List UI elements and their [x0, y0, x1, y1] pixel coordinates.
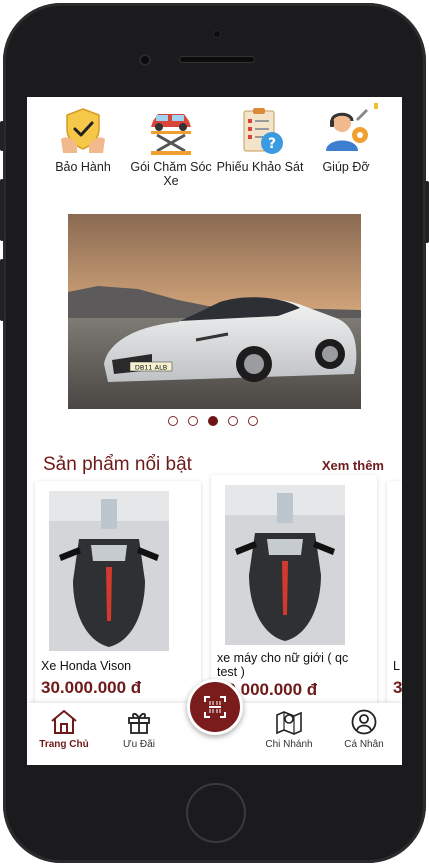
product-name: L	[393, 659, 400, 673]
volume-down-button	[0, 259, 4, 321]
product-card[interactable]: L 3	[387, 481, 402, 721]
app-screen: Bảo Hành Gói Chăm Sóc Xe ? Phiếu Khảo Sá…	[27, 97, 402, 765]
service-warranty[interactable]: Bảo Hành	[37, 105, 129, 174]
home-icon	[51, 709, 77, 734]
tab-branches[interactable]: Chi Nhánh	[254, 709, 324, 750]
scan-button[interactable]	[187, 679, 243, 735]
car-lift-icon	[151, 114, 191, 155]
tab-label: Ưu Đãi	[123, 739, 155, 750]
carousel-dot[interactable]	[248, 416, 258, 426]
gift-icon	[128, 712, 150, 734]
product-card[interactable]: xe máy cho nữ giới ( qc test ) 30.000.00…	[211, 475, 377, 715]
survey-clipboard-icon: ?	[243, 108, 283, 154]
earpiece-speaker	[179, 56, 255, 63]
service-help[interactable]: Giúp Đỡ	[300, 105, 392, 174]
map-pin-icon	[276, 711, 302, 735]
home-button[interactable]	[186, 783, 246, 843]
svg-text:?: ?	[268, 136, 276, 152]
product-card[interactable]: Xe Honda Vison 30.000.000 đ	[35, 481, 201, 721]
banner-car-image: DB11 ALB	[68, 214, 361, 409]
product-image	[49, 491, 169, 651]
see-more-link[interactable]: Xem thêm	[322, 458, 384, 473]
tab-label: Chi Nhánh	[265, 739, 313, 750]
service-survey[interactable]: ? Phiếu Khảo Sát	[214, 105, 306, 174]
product-price: 3	[393, 678, 402, 697]
service-label: Gói Chăm Sóc Xe	[130, 160, 212, 188]
user-icon	[351, 709, 377, 735]
tab-label: Cá Nhân	[344, 739, 384, 750]
tab-home[interactable]: Trang Chủ	[29, 709, 99, 750]
warranty-shield-icon	[61, 108, 105, 153]
qr-scan-icon	[204, 696, 226, 718]
service-label: Bảo Hành	[55, 160, 111, 174]
volume-up-button	[0, 179, 4, 241]
tab-profile[interactable]: Cá Nhân	[329, 709, 399, 750]
support-agent-icon	[326, 109, 368, 151]
mute-switch	[0, 121, 4, 151]
section-title: Sản phẩm nổi bật	[43, 454, 192, 475]
promo-banner[interactable]: DB11 ALB	[68, 214, 361, 409]
product-name: Xe Honda Vison	[41, 659, 132, 673]
service-label: Phiếu Khảo Sát	[216, 160, 304, 174]
carousel-dot-active[interactable]	[208, 416, 218, 426]
carousel-indicator	[27, 415, 402, 429]
proximity-sensor	[213, 30, 221, 38]
carousel-dot[interactable]	[168, 416, 178, 426]
service-car-care[interactable]: Gói Chăm Sóc Xe	[125, 105, 217, 188]
status-marker	[374, 103, 378, 109]
product-price: 30.000.000 đ	[41, 678, 142, 697]
license-plate: DB11 ALB	[135, 364, 167, 372]
product-image	[225, 485, 345, 645]
front-camera	[139, 54, 151, 66]
tab-label: Trang Chủ	[39, 739, 89, 750]
carousel-dot[interactable]	[188, 416, 198, 426]
power-button	[425, 181, 429, 243]
carousel-dot[interactable]	[228, 416, 238, 426]
product-name: xe máy cho nữ giới ( qc test )	[217, 651, 349, 679]
service-label: Giúp Đỡ	[322, 160, 370, 174]
tab-offers[interactable]: Ưu Đãi	[104, 709, 174, 750]
